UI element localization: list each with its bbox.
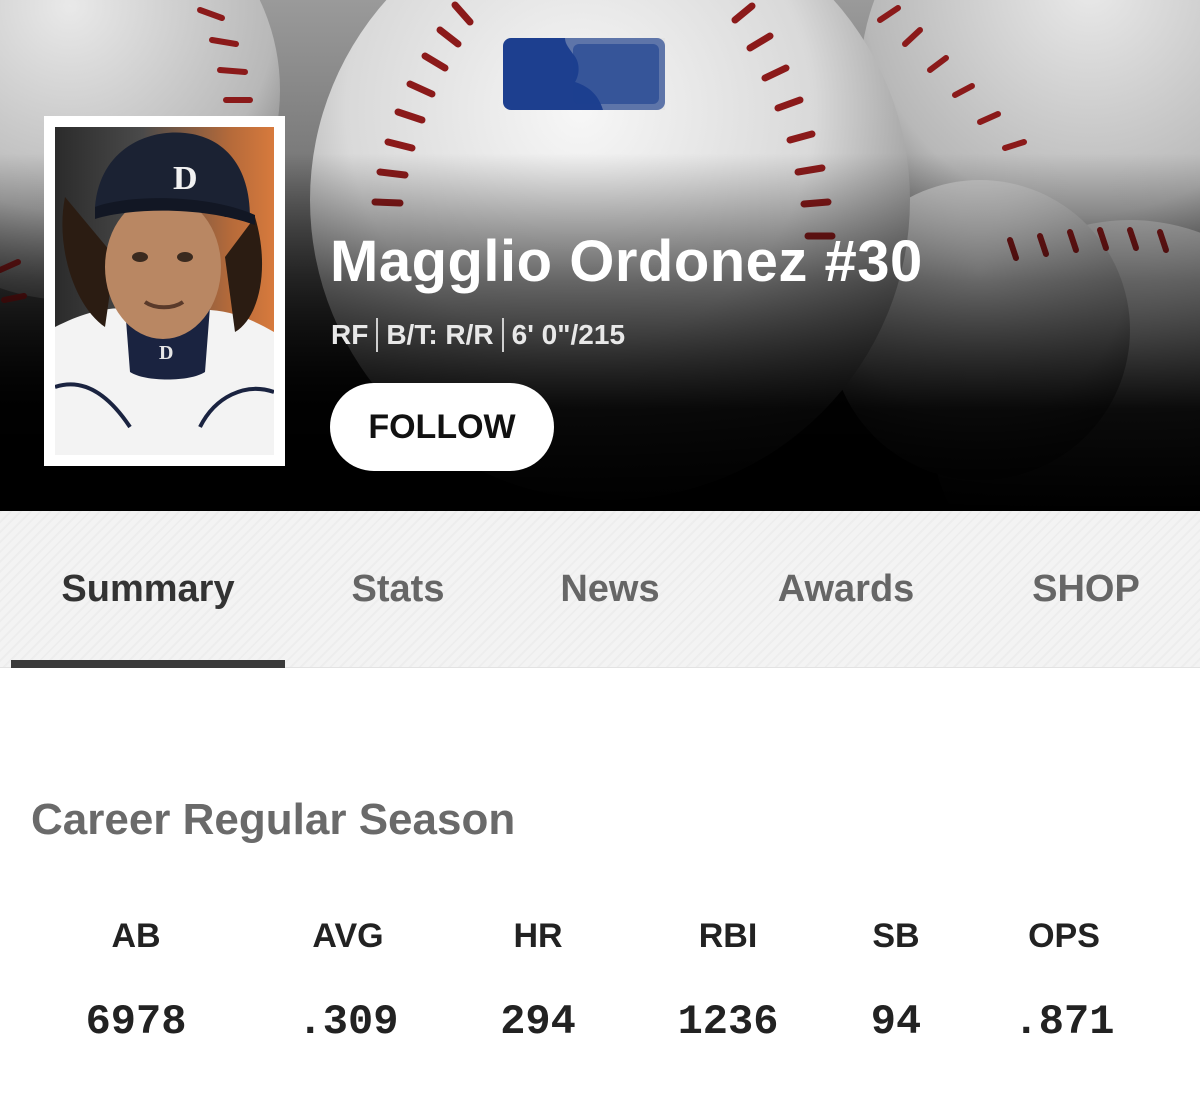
tab-news[interactable]: News (510, 511, 710, 668)
player-bats-throws: B/T: R/R (386, 319, 494, 350)
player-photo: D D (55, 127, 274, 455)
stat-value: .871 (1013, 998, 1115, 1046)
stat-ab: AB 6978 (36, 910, 236, 1048)
stat-ops: OPS .871 (964, 910, 1164, 1048)
player-hero: D D Magglio Ordonez #30 RF B/T: R/R 6' 0… (0, 0, 1200, 511)
stat-hr: HR 294 (438, 910, 638, 1048)
stat-label: HR (513, 917, 563, 955)
player-portrait-icon: D D (55, 132, 274, 455)
stat-value: 294 (500, 998, 576, 1046)
stat-value: .309 (297, 998, 399, 1046)
player-height-weight: 6' 0"/215 (511, 319, 626, 350)
section-title: Career Regular Season (31, 795, 516, 844)
player-info: RF B/T: R/R 6' 0"/215 (331, 318, 625, 352)
stat-label: AB (111, 917, 161, 955)
meta-divider (376, 318, 379, 352)
stat-value: 6978 (85, 998, 187, 1046)
stat-label: OPS (1028, 917, 1100, 955)
player-photo-frame: D D (44, 116, 285, 466)
stat-avg: AVG .309 (248, 910, 448, 1048)
player-position: RF (331, 319, 369, 350)
meta-divider (501, 318, 504, 352)
tab-stats[interactable]: Stats (300, 511, 496, 668)
tab-summary[interactable]: Summary (11, 511, 285, 668)
player-tabs: Summary Stats News Awards SHOP (0, 511, 1200, 668)
tab-awards[interactable]: Awards (740, 511, 952, 668)
svg-text:D: D (159, 342, 173, 364)
player-name: Magglio Ordonez #30 (330, 229, 923, 294)
svg-text:D: D (173, 160, 198, 197)
tab-shop[interactable]: SHOP (990, 511, 1182, 668)
follow-button[interactable]: FOLLOW (330, 383, 554, 471)
stat-label: AVG (312, 917, 384, 955)
active-tab-indicator (11, 660, 285, 668)
